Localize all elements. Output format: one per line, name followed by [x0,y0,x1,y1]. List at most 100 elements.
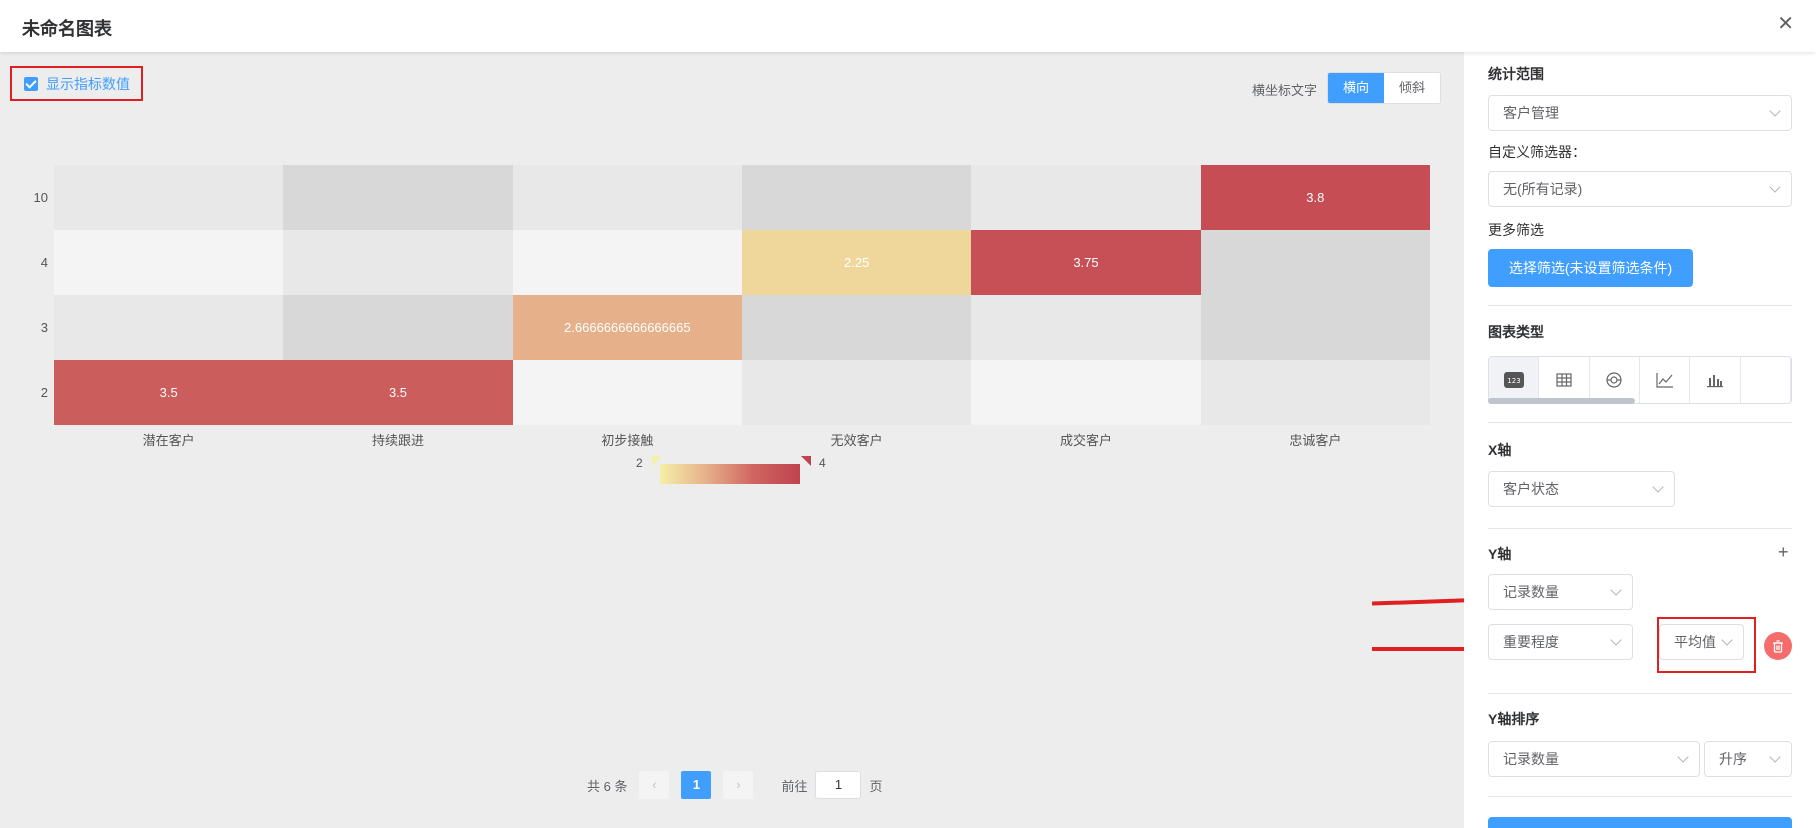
custom-filter-value: 无(所有记录) [1503,181,1583,197]
annotation-highlight-box [1657,617,1756,673]
heatmap-cell-label: 3.5 [159,385,178,400]
heatmap-cell[interactable] [1200,230,1430,295]
page-number-current[interactable]: 1 [681,771,712,799]
custom-filter-select[interactable]: 无(所有记录) [1488,171,1792,207]
y-tick-label: 3 [40,319,48,335]
y-tick-label: 2 [40,384,48,400]
delete-y-axis-icon[interactable] [1764,632,1792,660]
y-axis-label: Y轴 [1488,546,1512,562]
chevron-down-icon [1677,751,1689,763]
heatmap-cell[interactable]: 3.8 [1200,165,1430,230]
pie-icon[interactable] [1590,357,1640,403]
x-tick-label: 忠诚客户 [1289,433,1342,448]
heatmap-cell[interactable] [1200,360,1430,425]
custom-filter-label: 自定义筛选器： [1488,144,1586,160]
svg-text:123: 123 [1507,377,1520,385]
goto-page-input[interactable]: 1 [815,771,862,799]
heatmap-cell[interactable] [283,230,513,295]
heatmap-cell[interactable] [512,230,742,295]
table-icon[interactable] [1539,357,1590,403]
scope-value: 客户管理 [1503,105,1559,121]
heatmap-cell-label: 3.8 [1306,190,1325,205]
x-tick-label: 潜在客户 [142,433,195,448]
scope-label: 统计范围 [1488,66,1544,82]
add-y-axis-icon[interactable]: + [1778,542,1789,563]
scope-select[interactable]: 客户管理 [1488,95,1792,131]
heatmap-cell[interactable] [283,295,513,360]
x-axis-value: 客户状态 [1503,481,1559,497]
x-tick-label: 持续跟进 [371,433,424,448]
goto-label: 前往 [781,778,808,794]
close-icon[interactable]: ✕ [1777,14,1794,34]
heatmap-cell[interactable]: 3.5 [283,360,513,425]
y-sort-field-value: 记录数量 [1503,751,1559,767]
y-axis-select-1[interactable]: 记录数量 [1488,574,1633,610]
more-types[interactable] [1741,357,1791,403]
chevron-down-icon [1769,105,1781,117]
next-page-icon[interactable]: › [723,771,754,799]
legend-min-label: 2 [636,456,643,470]
heatmap-cell[interactable] [742,360,972,425]
heatmap-cell[interactable] [54,230,284,295]
heatmap-cell[interactable] [742,295,972,360]
x-axis-label: X轴 [1488,442,1512,458]
heatmap-cell[interactable] [512,165,742,230]
y-axis-select-2[interactable]: 重要程度 [1488,624,1633,660]
chart-title: 未命名图表 [22,19,112,39]
heatmap-cell[interactable] [1200,295,1430,360]
heatmap-cell[interactable] [283,165,513,230]
annotation-arrow-2 [1372,641,1486,657]
x-tick-label: 初步接触 [601,433,654,448]
divider [1488,422,1792,423]
y-sort-order-value: 升序 [1719,751,1747,767]
heatmap-cell-label: 3.5 [388,385,408,400]
heatmap-grid: 3.8 2.25 3.75 2.6666666666666665 3.5 3.5 [54,165,1430,425]
chart-type-scrollbar[interactable] [1488,398,1635,404]
page-unit: 页 [869,778,883,794]
chart-area: 显示指标数值 横坐标文字 横向 倾斜 3.8 2.25 3.75 2.66666666… [0,52,1460,828]
x-tick-label: 成交客户 [1059,433,1112,448]
heatmap-cell[interactable] [54,165,284,230]
y-sort-order-select[interactable]: 升序 [1704,741,1792,777]
legend-max-label: 4 [819,456,826,470]
axis-text-label: 横坐标文字 [1252,83,1318,98]
y-sort-field-select[interactable]: 记录数量 [1488,741,1700,777]
line-icon[interactable] [1640,357,1691,403]
y-sort-label: Y轴排序 [1488,711,1540,727]
pagination: 共 6 条 ‹ 1 › 前往 1 页 [587,771,883,799]
select-filter-button[interactable]: 选择筛选(未设置筛选条件) [1488,249,1693,287]
heatmap-cell[interactable] [971,295,1201,360]
show-values-checkbox[interactable]: 显示指标数值 [10,66,143,101]
heatmap-cell[interactable] [54,295,284,360]
legend-color-bar [660,464,800,484]
divider [1488,305,1792,306]
heatmap-cell[interactable] [971,360,1201,425]
heatmap-cell[interactable]: 3.5 [54,360,284,425]
heatmap-cell-label: 2.25 [844,255,870,270]
prev-page-icon[interactable]: ‹ [639,771,670,799]
heatmap-cell[interactable]: 2.6666666666666665 [512,295,742,360]
heatmap-cell[interactable]: 2.25 [742,230,972,295]
checkbox-checked-icon[interactable] [24,76,38,91]
tilted-option[interactable]: 倾斜 [1384,73,1440,103]
number-icon[interactable]: 123 [1489,357,1540,403]
divider [1488,528,1792,529]
bar-icon[interactable] [1690,357,1741,403]
divider [1488,796,1792,797]
heatmap-cell[interactable] [971,165,1201,230]
y-tick-label: 10 [33,189,48,205]
chevron-down-icon [1769,751,1781,763]
heatmap-cell[interactable]: 3.75 [971,230,1201,295]
config-panel: 统计范围 客户管理 自定义筛选器： 无(所有记录) 更多筛选 选择筛选(未设置筛… [1464,52,1816,828]
heatmap-cell[interactable] [742,165,972,230]
legend-max-handle[interactable] [801,456,811,466]
heatmap-cell[interactable] [512,360,742,425]
chart-type-label: 图表类型 [1488,324,1544,340]
dialog-header: 未命名图表 ✕ [0,0,1816,52]
x-axis-select[interactable]: 客户状态 [1488,471,1675,507]
show-values-label: 显示指标数值 [46,75,130,92]
chevron-down-icon [1610,584,1622,596]
horizontal-option[interactable]: 横向 [1328,73,1384,103]
chevron-down-icon [1652,481,1664,493]
confirm-button[interactable] [1488,817,1792,828]
